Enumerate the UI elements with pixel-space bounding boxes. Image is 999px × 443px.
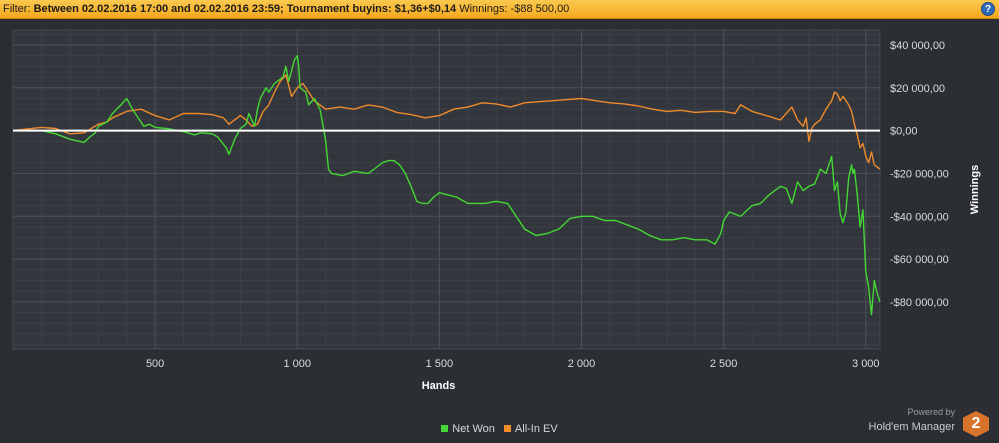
- legend-swatch-all-in-ev: [503, 425, 511, 432]
- x-tick-label: 2 500: [710, 358, 738, 370]
- legend-item-net-won[interactable]: Net Won: [441, 423, 495, 435]
- y-tick-label: $40 000,00: [890, 40, 945, 52]
- hm2-logo-icon: 2: [963, 411, 989, 437]
- winnings-chart: 500 1 000 1 500 2 000 2 500 3 000 $40 000,00 $2…: [12, 29, 981, 392]
- y-tick-label: -$80 000,00: [890, 297, 949, 309]
- legend-item-all-in-ev[interactable]: All-In EV: [503, 423, 558, 435]
- y-tick-label: $20 000,00: [890, 83, 945, 95]
- x-tick-label: 3 000: [852, 358, 880, 370]
- y-tick-label: -$20 000,00: [890, 168, 949, 180]
- help-icon[interactable]: ?: [981, 2, 995, 16]
- x-tick-label: 500: [146, 358, 164, 370]
- filter-between: Between 02.02.2016 17:00 and 02.02.2016 …: [33, 3, 457, 15]
- filter-bar[interactable]: Filter: Between 02.02.2016 17:00 and 02.…: [0, 0, 999, 19]
- powered-by-logo: Powered by Hold'em Manager 2: [868, 405, 991, 439]
- legend-swatch-net-won: [441, 425, 449, 432]
- x-axis-title: Hands: [422, 380, 456, 392]
- y-tick-label: -$40 000,00: [890, 211, 949, 223]
- legend-label-net-won: Net Won: [452, 423, 495, 435]
- plot-area: [12, 29, 881, 350]
- chart-legend: Net Won All-In EV: [0, 423, 999, 435]
- x-tick-label: 1 500: [426, 358, 454, 370]
- y-tick-label: $0,00: [890, 126, 918, 138]
- legend-label-all-in-ev: All-In EV: [514, 423, 558, 435]
- x-tick-label: 2 000: [568, 358, 596, 370]
- filter-winnings: Winnings: -$88 500,00: [456, 3, 570, 15]
- y-axis-title: Winnings: [969, 165, 981, 214]
- x-tick-label: 1 000: [283, 358, 311, 370]
- filter-prefix: Filter:: [3, 3, 34, 15]
- y-tick-label: -$60 000,00: [890, 254, 949, 266]
- product-name: Hold'em Manager: [868, 421, 955, 433]
- powered-by-text: Powered by: [907, 407, 955, 417]
